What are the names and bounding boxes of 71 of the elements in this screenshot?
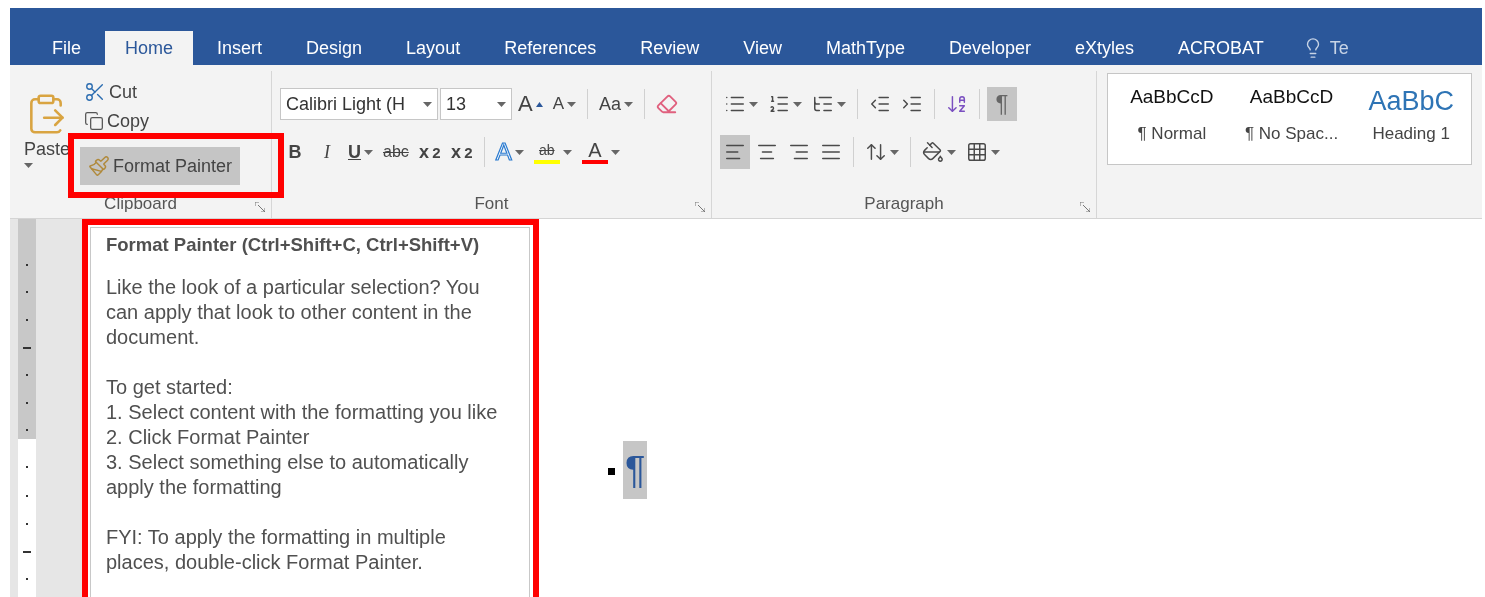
tooltip-text: Like the look of a particular selection? You can apply that look to other content in the document.	[106, 275, 481, 350]
caret-icon	[24, 163, 33, 168]
caret-icon	[567, 101, 577, 107]
caret-icon	[364, 149, 373, 155]
bullet-marker-icon	[608, 468, 615, 475]
caret-icon	[497, 101, 506, 107]
grid-icon	[966, 141, 988, 163]
italic-button[interactable]: I	[312, 135, 342, 169]
caret-icon	[749, 101, 758, 107]
tooltip-text: 3. Select something else to automatically apply the formatting	[106, 450, 470, 500]
font-name-field[interactable]: Calibri Light (H	[280, 88, 438, 120]
tooltip-title: Format Painter (Ctrl+Shift+C, Ctrl+Shift+V)	[106, 233, 481, 257]
group-label: Paragraph	[864, 194, 944, 215]
ribbon-tab[interactable]: MathType	[805, 31, 925, 65]
paste-button[interactable]: Paste	[24, 75, 71, 185]
tooltip-text: FYI: To apply the formatting in multiple places, double-click Format Painter.	[106, 525, 447, 575]
ribbon-tab[interactable]: Home	[105, 31, 194, 65]
copy-button[interactable]: Copy	[80, 109, 241, 133]
ribbon-tab[interactable]: eXtyles	[1055, 31, 1155, 65]
ribbon-tab[interactable]: Developer	[929, 31, 1052, 65]
tooltip-text: To get started:	[106, 375, 234, 400]
align-left-button[interactable]	[720, 135, 750, 169]
font-size-field[interactable]: 13	[440, 88, 512, 120]
caret-icon	[562, 149, 572, 155]
strikethrough-button[interactable]: abc	[379, 135, 413, 169]
eraser-icon	[656, 93, 679, 115]
group-label: Font	[474, 194, 509, 215]
ribbon-tab[interactable]: View	[723, 31, 802, 65]
ribbon-tab[interactable]: Design	[286, 31, 383, 65]
pilcrow-mark: ¶	[623, 441, 648, 499]
style-item[interactable]: AaBbC Heading 1	[1351, 78, 1471, 164]
ribbon-tab[interactable]: Insert	[197, 31, 283, 65]
ribbon-tab[interactable]: Layout	[386, 31, 481, 65]
ribbon-tab[interactable]: ACROBAT	[1158, 31, 1284, 65]
paintbrush-icon	[88, 155, 111, 177]
caret-icon	[610, 149, 620, 155]
cut-button[interactable]: Cut	[80, 75, 241, 109]
ribbon-tab[interactable]: File	[32, 31, 101, 65]
caret-icon	[837, 101, 846, 107]
ribbon-tab[interactable]: References	[484, 31, 617, 65]
tooltip-text: 2. Click Format Painter	[106, 425, 311, 450]
copy-icon	[84, 111, 105, 131]
style-item[interactable]: AaBbCcD ¶ Normal	[1112, 78, 1232, 164]
dialog-launcher-icon[interactable]	[1080, 202, 1090, 212]
caret-icon	[991, 149, 1000, 155]
caret-icon	[890, 149, 899, 155]
shrink-font-button[interactable]: A	[548, 87, 581, 121]
sort-icon	[946, 93, 968, 115]
up-down-arrow-icon	[865, 141, 887, 163]
highlight-button[interactable]: ab	[529, 135, 576, 169]
caret-icon	[624, 101, 634, 107]
tell-me-field[interactable]: Te	[1329, 37, 1349, 59]
dialog-launcher-icon[interactable]	[695, 202, 705, 212]
underline-button[interactable]: U	[344, 135, 377, 169]
tooltip-text: 1. Select content with the formatting you like	[106, 400, 499, 425]
numbered-list-icon	[768, 93, 790, 115]
caret-icon	[793, 101, 802, 107]
dialog-launcher-icon[interactable]	[255, 202, 265, 212]
caret-icon	[423, 101, 432, 107]
paint-bucket-icon	[922, 141, 944, 163]
font-color-button[interactable]: A	[577, 135, 624, 169]
bold-button[interactable]: B	[280, 135, 310, 169]
change-case-button[interactable]: Aa	[595, 87, 638, 121]
caret-icon	[514, 149, 524, 155]
group-label: Clipboard	[104, 194, 177, 215]
caret-icon	[947, 149, 956, 155]
grow-font-button[interactable]: A	[514, 87, 547, 121]
caret-icon	[535, 101, 543, 107]
ribbon-tab[interactable]: Review	[620, 31, 720, 65]
format-painter-button[interactable]: Format Painter	[80, 147, 241, 185]
style-item[interactable]: AaBbCcD ¶ No Spac...	[1231, 78, 1352, 164]
